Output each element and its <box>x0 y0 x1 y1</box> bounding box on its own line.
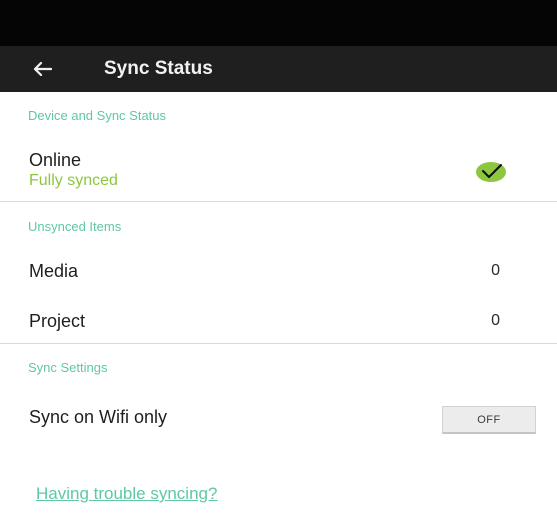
back-button[interactable] <box>22 54 62 84</box>
troubleshooting-link[interactable]: Having trouble syncing? <box>36 484 217 504</box>
unsynced-media-count: 0 <box>491 262 500 279</box>
arrow-left-icon <box>33 61 52 77</box>
sync-status-detail: Fully synced <box>29 172 118 189</box>
page-title: Sync Status <box>104 58 213 79</box>
app-bar: Sync Status <box>0 46 557 92</box>
section-header-sync-settings: Sync Settings <box>28 360 108 375</box>
status-bar <box>0 0 557 46</box>
section-header-device-status: Device and Sync Status <box>28 108 167 123</box>
divider <box>0 201 557 202</box>
unsynced-project-label: Project <box>29 311 86 331</box>
connection-status-label: Online <box>29 150 82 170</box>
unsynced-media-label: Media <box>29 261 79 281</box>
unsynced-project-count: 0 <box>491 312 500 329</box>
checkmark-icon <box>476 162 506 182</box>
section-header-unsynced-items: Unsynced Items <box>28 219 122 234</box>
wifi-only-label: Sync on Wifi only <box>29 407 168 427</box>
divider <box>0 343 557 344</box>
sync-status-screen: Sync Status Device and Sync Status Onlin… <box>0 0 557 513</box>
wifi-only-toggle[interactable]: OFF <box>442 406 536 434</box>
